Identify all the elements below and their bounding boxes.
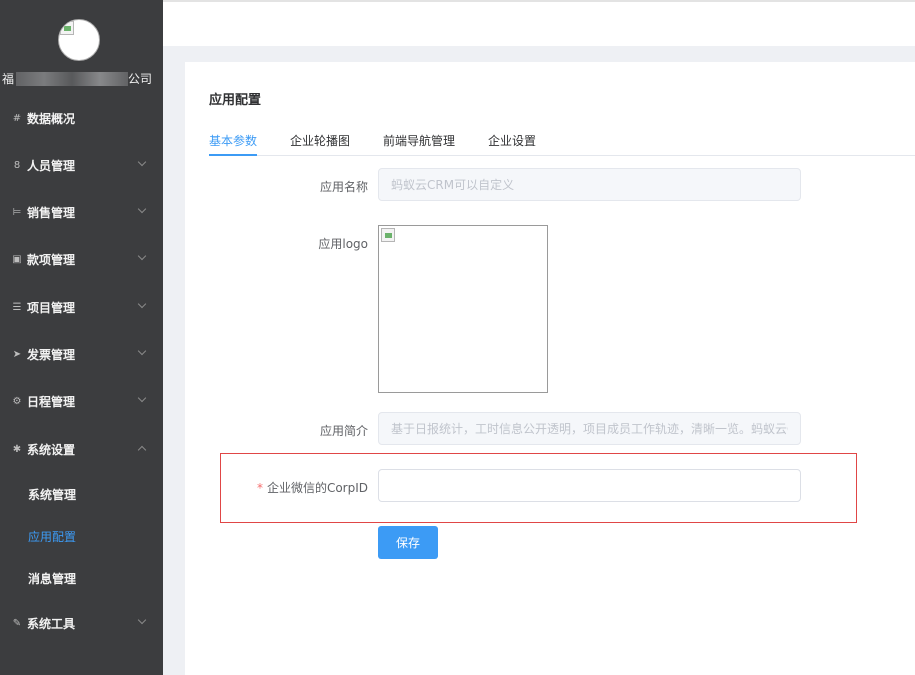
sidebar-item-schedule[interactable]: ⚙ 日程管理: [0, 386, 163, 416]
database-icon: ☰: [12, 301, 22, 313]
corpid-input[interactable]: [378, 469, 801, 502]
sidebar-item-personnel[interactable]: 8 人员管理: [0, 150, 163, 180]
chevron-down-icon: [137, 251, 147, 261]
sidebar-subitem-message-management[interactable]: 消息管理: [0, 564, 163, 592]
cart-icon: ⊨: [12, 206, 22, 218]
chevron-down-icon: [137, 615, 147, 625]
broken-image-icon: [381, 228, 395, 242]
corpid-label: * 企业微信的CorpID: [257, 479, 368, 496]
sidebar-item-label: 日程管理: [27, 394, 76, 409]
company-logo: [58, 19, 100, 61]
tab-carousel[interactable]: 企业轮播图: [290, 132, 350, 149]
tab-bar: 基本参数 企业轮播图 前端导航管理 企业设置: [209, 130, 915, 156]
chevron-up-icon: [137, 445, 147, 455]
sidebar-subitem-app-config[interactable]: 应用配置: [0, 522, 163, 550]
chevron-down-icon: [137, 393, 147, 403]
sidebar-item-sales[interactable]: ⊨ 销售管理: [0, 197, 163, 227]
active-tab-indicator: [209, 154, 257, 156]
sidebar: 福 公司 # 数据概况 8 人员管理 ⊨ 销售管理 ▣ 款项管理 ☰ 项目管理 …: [0, 0, 163, 675]
send-icon: ➤: [12, 348, 22, 360]
wrench-icon: ✎: [12, 617, 22, 629]
tab-company-settings[interactable]: 企业设置: [488, 132, 536, 149]
chevron-down-icon: [137, 346, 147, 356]
sidebar-item-label: 系统设置: [27, 442, 76, 457]
sidebar-subitem-label: 系统管理: [28, 487, 77, 502]
app-intro-input[interactable]: [378, 412, 801, 445]
tab-basic-params[interactable]: 基本参数: [209, 132, 257, 149]
sidebar-item-label: 数据概况: [27, 111, 76, 126]
sidebar-subitem-system-management[interactable]: 系统管理: [0, 480, 163, 508]
app-name-input[interactable]: [378, 168, 801, 201]
sidebar-item-label: 人员管理: [27, 158, 76, 173]
top-header: [163, 0, 915, 46]
chevron-down-icon: [137, 204, 147, 214]
app-logo-label: 应用logo: [318, 237, 368, 251]
sidebar-item-label: 发票管理: [27, 347, 76, 362]
company-name-suffix: 公司: [128, 72, 153, 86]
sidebar-subitem-label: 消息管理: [28, 571, 77, 586]
sidebar-item-payments[interactable]: ▣ 款项管理: [0, 244, 163, 274]
home-icon: #: [12, 112, 22, 124]
company-name: 福 公司: [0, 70, 163, 86]
tab-frontend-nav[interactable]: 前端导航管理: [383, 132, 455, 149]
sidebar-item-invoices[interactable]: ➤ 发票管理: [0, 339, 163, 369]
company-name-prefix: 福: [2, 72, 15, 86]
main-content: 应用配置 基本参数 企业轮播图 前端导航管理 企业设置 应用名称 应用logo …: [185, 62, 915, 675]
app-name-label: 应用名称: [319, 180, 368, 194]
page-title: 应用配置: [209, 93, 262, 108]
sidebar-item-label: 销售管理: [27, 205, 76, 220]
chevron-down-icon: [137, 157, 147, 167]
sidebar-item-label: 系统工具: [27, 616, 76, 631]
sidebar-item-projects[interactable]: ☰ 项目管理: [0, 292, 163, 322]
app-logo-upload[interactable]: [378, 225, 548, 393]
chevron-down-icon: [137, 299, 147, 309]
corpid-label-text: 企业微信的CorpID: [266, 481, 368, 495]
sidebar-subitem-label: 应用配置: [28, 529, 77, 544]
sidebar-item-label: 款项管理: [27, 252, 76, 267]
users-icon: ✱: [12, 443, 22, 455]
sidebar-item-system-tools[interactable]: ✎ 系统工具: [0, 608, 163, 638]
sidebar-item-system-settings[interactable]: ✱ 系统设置: [0, 434, 163, 464]
broken-image-icon: [60, 21, 74, 35]
sidebar-item-dashboard[interactable]: # 数据概况: [0, 103, 163, 133]
gear-icon: ⚙: [12, 395, 22, 407]
save-button[interactable]: 保存: [378, 526, 438, 559]
money-icon: ▣: [12, 253, 22, 265]
app-intro-label: 应用简介: [319, 424, 368, 438]
user-icon: 8: [13, 159, 21, 171]
redacted-text: [16, 72, 128, 86]
required-asterisk: *: [256, 481, 263, 495]
sidebar-item-label: 项目管理: [27, 300, 76, 315]
